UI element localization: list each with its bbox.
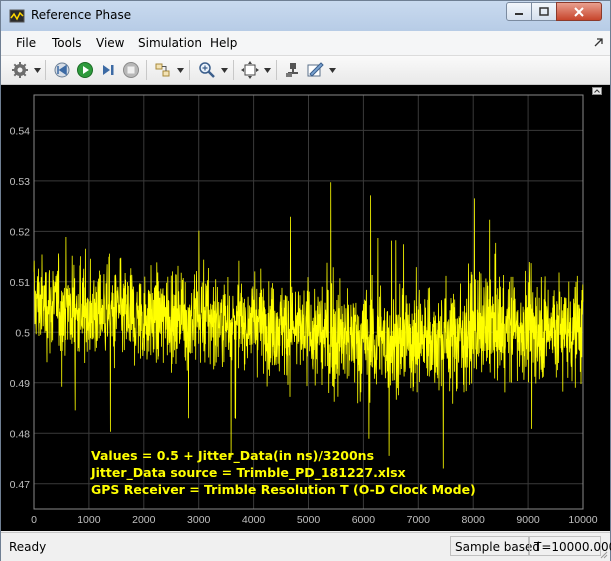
scope-plot[interactable]: 0 1000 2000 3000 4000 5000 6000 7000 8000 9000 100… <box>1 85 610 531</box>
maximize-icon <box>539 6 549 16</box>
menu-dock-arrow-icon[interactable] <box>593 37 604 48</box>
x-tick-label: 2000 <box>132 514 156 526</box>
x-tick-label: 8000 <box>462 514 486 526</box>
close-button[interactable] <box>556 2 602 21</box>
fit-to-view-dropdown-icon[interactable] <box>264 68 271 73</box>
close-icon <box>574 6 584 17</box>
resize-grip-icon[interactable] <box>598 549 608 559</box>
zoom-icon[interactable] <box>198 61 216 79</box>
toolbar <box>1 56 610 85</box>
toolbar-separator <box>45 60 46 80</box>
scope-window: Reference Phase File Tools View Simulati… <box>0 0 611 561</box>
x-tick-label: 4000 <box>242 514 266 526</box>
settings-icon[interactable] <box>11 61 29 79</box>
x-tick-label: 0 <box>31 514 37 526</box>
style-icon[interactable] <box>306 61 324 79</box>
x-tick-label: 10000 <box>568 514 597 526</box>
step-back-icon[interactable] <box>53 61 71 79</box>
menu-tools[interactable]: Tools <box>52 36 82 50</box>
status-text: Ready <box>9 540 47 554</box>
y-tick-label: 0.49 <box>10 378 31 390</box>
x-tick-label: 9000 <box>516 514 540 526</box>
menu-help[interactable]: Help <box>210 36 237 50</box>
fit-to-view-icon[interactable] <box>241 61 259 79</box>
menu-simulation[interactable]: Simulation <box>138 36 202 50</box>
y-tick-label: 0.54 <box>10 125 31 137</box>
settings-dropdown-icon[interactable] <box>34 68 41 73</box>
sample-mode-indicator: Sample based <box>450 536 540 556</box>
stop-icon[interactable] <box>122 61 140 79</box>
x-tick-label: 3000 <box>187 514 211 526</box>
title-bar[interactable]: Reference Phase <box>1 1 610 31</box>
zoom-dropdown-icon[interactable] <box>221 68 228 73</box>
x-tick-label: 6000 <box>352 514 376 526</box>
y-tick-label: 0.52 <box>10 226 31 238</box>
step-forward-icon[interactable] <box>99 61 117 79</box>
y-tick-label: 0.53 <box>10 176 31 188</box>
y-tick-label: 0.48 <box>10 428 31 440</box>
minimize-icon <box>515 12 523 15</box>
annotation-text: Jitter_Data source = Trimble_PD_181227.x… <box>90 465 406 481</box>
window-title: Reference Phase <box>31 8 132 22</box>
toolbar-separator <box>146 60 147 80</box>
scope-app-icon <box>9 9 25 23</box>
signal-select-dropdown-icon[interactable] <box>177 68 184 73</box>
menu-view[interactable]: View <box>96 36 124 50</box>
scope-display[interactable]: 0 1000 2000 3000 4000 5000 6000 7000 8000 9000 100… <box>1 85 610 531</box>
style-dropdown-icon[interactable] <box>329 68 336 73</box>
status-bar: Ready Sample based T=10000.000 <box>1 532 611 561</box>
highlight-block-icon[interactable] <box>284 61 302 79</box>
x-tick-label: 5000 <box>297 514 321 526</box>
y-tick-label: 0.51 <box>10 277 31 289</box>
maximize-button[interactable] <box>531 2 557 21</box>
signal-select-icon[interactable] <box>154 61 172 79</box>
y-tick-label: 0.5 <box>15 327 30 339</box>
minimize-button[interactable] <box>506 2 532 21</box>
y-tick-label: 0.47 <box>10 479 31 491</box>
run-icon[interactable] <box>76 61 94 79</box>
toolbar-separator <box>276 60 277 80</box>
annotation-text: Values = 0.5 + Jitter_Data(in ns)/3200ns <box>91 448 374 464</box>
annotation-text: GPS Receiver = Trimble Resolution T (O-D… <box>91 482 476 497</box>
toolbar-separator <box>189 60 190 80</box>
undock-axes-icon[interactable] <box>592 87 602 95</box>
menu-file[interactable]: File <box>16 36 36 50</box>
toolbar-separator <box>233 60 234 80</box>
x-tick-label: 7000 <box>407 514 431 526</box>
simulation-time-indicator: T=10000.000 <box>529 536 611 556</box>
x-tick-label: 1000 <box>77 514 101 526</box>
menu-bar: File Tools View Simulation Help <box>1 31 610 56</box>
